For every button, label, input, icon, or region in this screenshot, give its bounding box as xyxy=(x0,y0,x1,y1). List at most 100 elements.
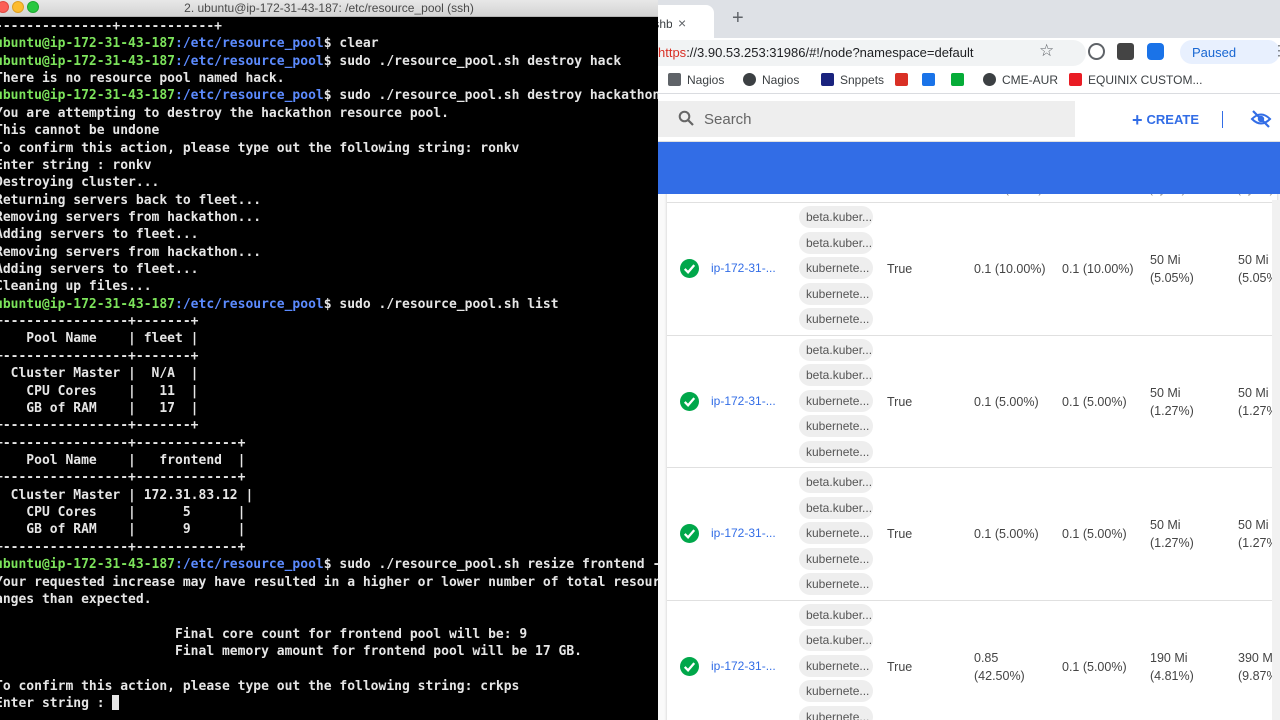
cpu-limits: 0.1 (10.00%) xyxy=(1062,260,1134,278)
table-row[interactable]: ip-172-31-... beta.kuber... beta.kuber... k… xyxy=(667,467,1277,599)
output-text: anges than expected. xyxy=(0,591,152,607)
table-row[interactable]: ip-172-31-... beta.kuber... beta.kuber... k… xyxy=(667,599,1277,720)
prompt-user: ubuntu@ip-172-31-43-187 xyxy=(0,557,176,573)
prompt-path: :/etc/resource_pool xyxy=(175,53,324,69)
terminal-line: | Cluster Master | 172.31.83.12 | xyxy=(0,487,658,504)
eye-off-icon[interactable] xyxy=(1250,109,1272,129)
label-chip: kubernete... xyxy=(799,257,873,279)
search-input[interactable] xyxy=(704,107,1004,131)
tab-dashboard[interactable]: Dashboard × xyxy=(658,5,714,38)
bookmark-item[interactable]: Snppets xyxy=(821,73,884,87)
search-box[interactable] xyxy=(658,101,1075,137)
paused-label: Paused xyxy=(1192,45,1237,60)
bookmark-item[interactable] xyxy=(922,73,941,87)
more-icon[interactable]: ⋮ xyxy=(1272,42,1280,59)
memory-requests-line: (4.81%) xyxy=(1150,668,1194,683)
prompt-path: :/etc/resource_pool xyxy=(175,88,324,104)
check-circle-icon xyxy=(680,656,699,676)
nodes-content: (cores) (bytes) (bytes) ip-172-31-... beta.k… xyxy=(658,194,1280,720)
bookmark-item[interactable]: EQUINIX CUSTOM... xyxy=(1069,73,1202,87)
terminal-line: Enter string : xyxy=(0,695,658,712)
terminal-window[interactable]: 2. ubuntu@ip-172-31-43-187: /etc/resourc… xyxy=(0,0,658,720)
terminal-output[interactable]: ---------------+------------+ ubuntu@ip-1… xyxy=(0,18,658,712)
close-icon[interactable]: × xyxy=(678,15,686,31)
prompt-path: :/etc/resource_pool xyxy=(175,36,324,52)
cpu-limits: 0.1 (5.00%) xyxy=(1062,658,1127,676)
label-chip: kubernete... xyxy=(799,705,873,720)
extension-badge-icon[interactable] xyxy=(1147,43,1164,60)
label-chip: kubernete... xyxy=(799,573,873,595)
address-bar[interactable]: https://3.90.53.253:31986/#!/node?namesp… xyxy=(658,40,1086,66)
selenium-extension-icon[interactable] xyxy=(1117,43,1134,60)
terminal-line: Your requested increase may have resulte… xyxy=(0,574,658,591)
url-text[interactable]: https://3.90.53.253:31986/#!/node?namesp… xyxy=(658,45,974,60)
cpu-requests-line: 0.1 (10.00%) xyxy=(974,262,1046,276)
terminal-line: Adding servers to fleet... xyxy=(0,226,658,243)
memory-requests-line: 50 Mi xyxy=(1150,253,1181,267)
bookmark-label: Snppets xyxy=(840,73,885,87)
terminal-line: Final memory amount for frontend pool wi… xyxy=(0,643,658,660)
terminal-line: +----------------+-------------+ xyxy=(0,539,658,556)
output-text: Returning servers back to fleet... xyxy=(0,192,262,208)
bookmark-item[interactable] xyxy=(951,73,970,87)
extension-icon[interactable] xyxy=(1088,43,1105,60)
terminal-line: anges than expected. xyxy=(0,591,658,608)
pagerduty-icon xyxy=(951,73,964,86)
cpu-limits-line: 0.1 (5.00%) xyxy=(1062,659,1127,674)
nodes-table: (cores) (bytes) (bytes) ip-172-31-... beta.k… xyxy=(667,194,1277,720)
toolbar-band xyxy=(658,142,1280,194)
label-chip: beta.kuber... xyxy=(799,471,873,493)
calendar-icon xyxy=(922,73,935,86)
output-text: | Pool Name | fleet | xyxy=(0,331,199,347)
terminal-line: To confirm this action, please type out … xyxy=(0,678,658,695)
column-header-fragment: (bytes) xyxy=(1149,194,1186,196)
star-icon[interactable]: ☆ xyxy=(1039,41,1054,61)
memory-requests-line: (1.27%) xyxy=(1150,403,1194,418)
node-name-link[interactable]: ip-172-31-... xyxy=(711,526,776,540)
terminal-titlebar[interactable]: 2. ubuntu@ip-172-31-43-187: /etc/resourc… xyxy=(0,0,658,17)
label-chip: kubernete... xyxy=(799,654,873,677)
terminal-line: There is no resource pool named hack. xyxy=(0,70,658,87)
table-row[interactable]: ip-172-31-... beta.kuber... beta.kuber... k… xyxy=(667,334,1277,467)
output-text: Final core count for frontend pool will … xyxy=(0,626,528,642)
cpu-limits-line: 0.1 (10.00%) xyxy=(1062,262,1134,276)
browser-window[interactable]: Dashboard × + https://3.90.53.253:31986/… xyxy=(658,0,1280,720)
bookmark-item[interactable]: CME-AUR xyxy=(983,73,1058,87)
memory-requests: 190 Mi (4.81%) xyxy=(1150,649,1194,685)
bookmark-item[interactable] xyxy=(895,73,914,87)
cpu-requests-line: (42.50%) xyxy=(974,668,1025,683)
profile-paused-button[interactable]: Paused xyxy=(1180,40,1280,64)
label-chip: kubernete... xyxy=(799,308,873,330)
url-path: ://3.90.53.253:31986/#!/node?namespace=d… xyxy=(686,45,974,60)
node-name-link[interactable]: ip-172-31-... xyxy=(711,659,776,673)
table-row[interactable]: ip-172-31-... beta.kuber... beta.kuber... k… xyxy=(667,202,1277,334)
gmail-icon xyxy=(895,73,908,86)
bookmark-item[interactable]: Nagios xyxy=(668,73,724,87)
ready-status: True xyxy=(887,394,913,409)
terminal-line: ubuntu@ip-172-31-43-187:/etc/resource_po… xyxy=(0,556,658,573)
node-name-link[interactable]: ip-172-31-... xyxy=(711,261,776,275)
bookmark-label: EQUINIX CUSTOM... xyxy=(1088,73,1203,87)
scrollbar[interactable] xyxy=(1272,200,1280,720)
ready-status: True xyxy=(887,527,913,541)
terminal-title: 2. ubuntu@ip-172-31-43-187: /etc/resourc… xyxy=(184,1,474,15)
prompt-path: :/etc/resource_pool xyxy=(175,557,324,573)
cpu-requests: 0.1 (5.00%) xyxy=(974,525,1039,543)
divider xyxy=(1222,111,1223,128)
label-chip: kubernete... xyxy=(799,522,873,544)
label-chip: beta.kuber... xyxy=(799,629,873,651)
output-text: +----------------+-------+ xyxy=(0,348,199,364)
bookmark-item[interactable]: Nagios xyxy=(743,73,799,87)
output-text: | Cluster Master | 172.31.83.12 | xyxy=(0,487,254,503)
equinix-icon xyxy=(1069,73,1082,86)
cpu-limits-line: 0.1 (5.00%) xyxy=(1062,394,1127,409)
label-chip: kubernete... xyxy=(799,389,873,412)
output-text: Your requested increase may have resulte… xyxy=(0,574,658,590)
new-tab-button[interactable]: + xyxy=(732,7,744,30)
terminal-line: | CPU Cores | 5 | xyxy=(0,504,658,521)
terminal-line: +----------------+-------------+ xyxy=(0,435,658,452)
create-button[interactable]: + CREATE xyxy=(1132,110,1199,131)
node-name-link[interactable]: ip-172-31-... xyxy=(711,394,776,408)
memory-requests: 50 Mi (1.27%) xyxy=(1150,384,1194,420)
